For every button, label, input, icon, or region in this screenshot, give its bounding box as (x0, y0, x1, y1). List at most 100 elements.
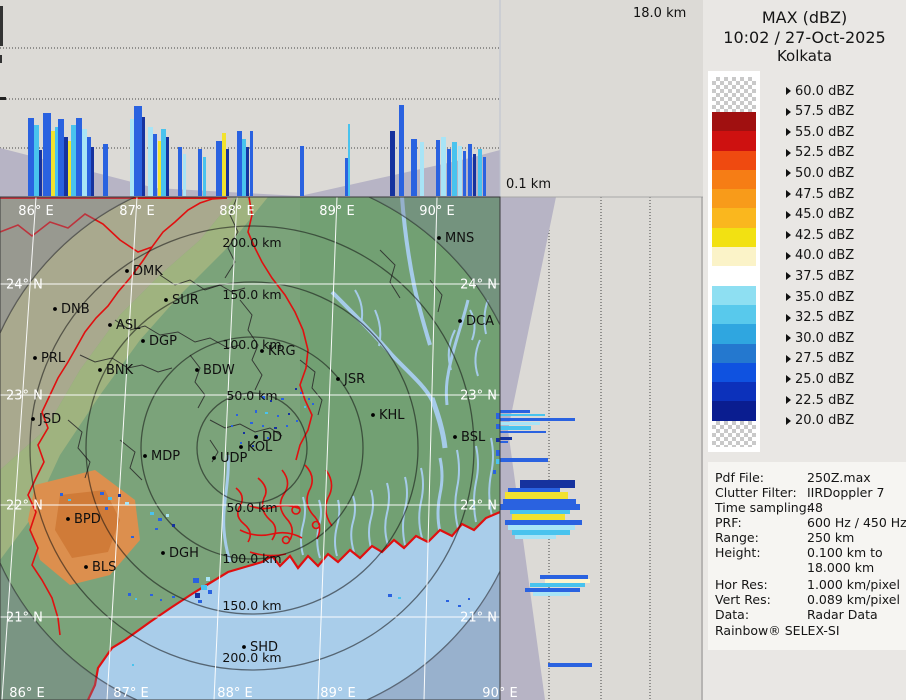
right-profile-bar (500, 441, 508, 443)
top-profile-bar (468, 144, 472, 196)
top-profile-bar (68, 141, 71, 196)
info-label: Hor Res: (715, 577, 768, 592)
map-area: DMKDNBSURASLDGPPRLBNK BDWKRGJSRKHLMNSDCAB… (0, 197, 500, 700)
echo-pixel (496, 450, 500, 456)
top-profile-bar (34, 125, 39, 196)
echo-pixel (150, 594, 153, 596)
station-name: Kolkata (776, 47, 833, 66)
echo-pixel (398, 597, 401, 599)
top-profile-bar (91, 147, 94, 196)
right-profile-bar (505, 520, 582, 525)
echo-pixel (496, 424, 500, 429)
top-profile-bar (463, 151, 466, 196)
city-label-DCA: DCA (466, 314, 494, 329)
top-profile-bar (51, 131, 55, 196)
top-profile-bar (103, 144, 108, 196)
echo-pixel (155, 528, 158, 530)
echo-pixel (468, 598, 470, 600)
top-profile-bar (43, 113, 51, 196)
echo-pixel (100, 492, 104, 495)
legend-band-10 (712, 304, 756, 325)
latitude-label-left: 21° N (6, 611, 43, 626)
city-dot-UDP (212, 456, 216, 460)
city-label-BNK: BNK (106, 363, 134, 378)
legend-band-3 (712, 169, 756, 190)
top-profile-bar (158, 141, 161, 196)
echo-pixel (262, 425, 264, 427)
top-profile-bar (300, 146, 304, 196)
legend-band-0 (712, 112, 756, 132)
info-label: Vert Res: (715, 592, 771, 607)
city-label-DGH: DGH (169, 546, 199, 561)
right-profile-bar (500, 458, 548, 462)
latitude-label-left: 23° N (6, 389, 43, 404)
echo-pixel (231, 425, 233, 427)
info-row: Clutter Filter: IIRDoppler 7 (715, 485, 903, 500)
top-profile-bar (411, 139, 417, 196)
top-profile-bar (436, 140, 440, 196)
city-label-DGP: DGP (149, 334, 177, 349)
right-profile-bar (512, 530, 570, 535)
top-profile-bar (198, 149, 202, 196)
echo-pixel (108, 497, 112, 500)
info-row: Data: Radar Data (715, 607, 903, 622)
info-row: Range: 250 km (715, 530, 903, 545)
city-dot-DCA (458, 319, 462, 323)
longitude-label-top: 86° E (18, 204, 53, 219)
city-dot-DNB (53, 307, 57, 311)
echo-pixel (295, 388, 297, 390)
echo-pixel (308, 398, 310, 400)
right-profile-bar (545, 579, 590, 583)
top-profile-bar (222, 133, 226, 196)
echo-pixel (286, 425, 288, 427)
city-dot-DGH (161, 551, 165, 555)
city-dot-BLS (84, 565, 88, 569)
right-profile-bar (530, 583, 585, 587)
echo-pixel (288, 413, 290, 415)
top-profile-bar (153, 134, 157, 196)
top-profile-bar (166, 137, 169, 196)
top-profile-bar (447, 149, 451, 196)
echo-pixel (198, 600, 202, 603)
legend-band-5 (712, 208, 756, 228)
echo-pixel (131, 536, 134, 538)
echo-pixel (296, 420, 298, 422)
top-profile-bar (345, 158, 348, 196)
info-row: Time sampling: 48 (715, 500, 903, 515)
legend-checker-band-top (712, 77, 756, 112)
legend-band-14 (712, 382, 756, 402)
right-profile-bar (500, 437, 512, 440)
legend-band-15 (712, 401, 756, 421)
city-label-JSR: JSR (343, 372, 365, 387)
city-dot-DD (254, 435, 258, 439)
longitude-label-top: 88° E (219, 204, 254, 219)
range-ring-label: 200.0 km (222, 235, 281, 250)
info-value: Radar Data (807, 607, 878, 622)
info-label: PRF: (715, 515, 742, 530)
range-ring-label: 50.0 km (226, 388, 277, 403)
city-dot-PRL (33, 356, 37, 360)
range-ring-label: 50.0 km (226, 500, 277, 515)
city-dot-MDP (143, 454, 147, 458)
timestamp: 10:02 / 27-Oct-2025 (723, 27, 886, 47)
top-profile-bar (452, 142, 457, 196)
city-label-MNS: MNS (445, 231, 474, 246)
top-profile-bar (237, 131, 242, 196)
right-profile-bar (500, 504, 580, 510)
info-value: 48 (807, 500, 823, 515)
top-profile-bar (441, 137, 446, 196)
echo-pixel (60, 493, 63, 496)
echo-pixel (125, 502, 129, 505)
echo-pixel (160, 599, 162, 601)
radar-display: DMK DNB SUR ASL DGP PRL BNK BDW KRG JSR KHL MNS DCA B… (0, 0, 906, 700)
top-profile-bar (55, 127, 58, 196)
info-row: PRF: 600 Hz / 450 Hz (715, 515, 906, 530)
top-profile-bar (178, 147, 182, 196)
right-profile-bar (548, 663, 592, 667)
info-row: Hor Res: 1.000 km/pixel (715, 577, 903, 592)
top-profile-bar (161, 129, 166, 196)
echo-pixel (118, 494, 121, 497)
range-ring-label: 100.0 km (222, 337, 281, 352)
range-ring-label: 150.0 km (222, 598, 281, 613)
top-profile-bar (420, 142, 424, 196)
